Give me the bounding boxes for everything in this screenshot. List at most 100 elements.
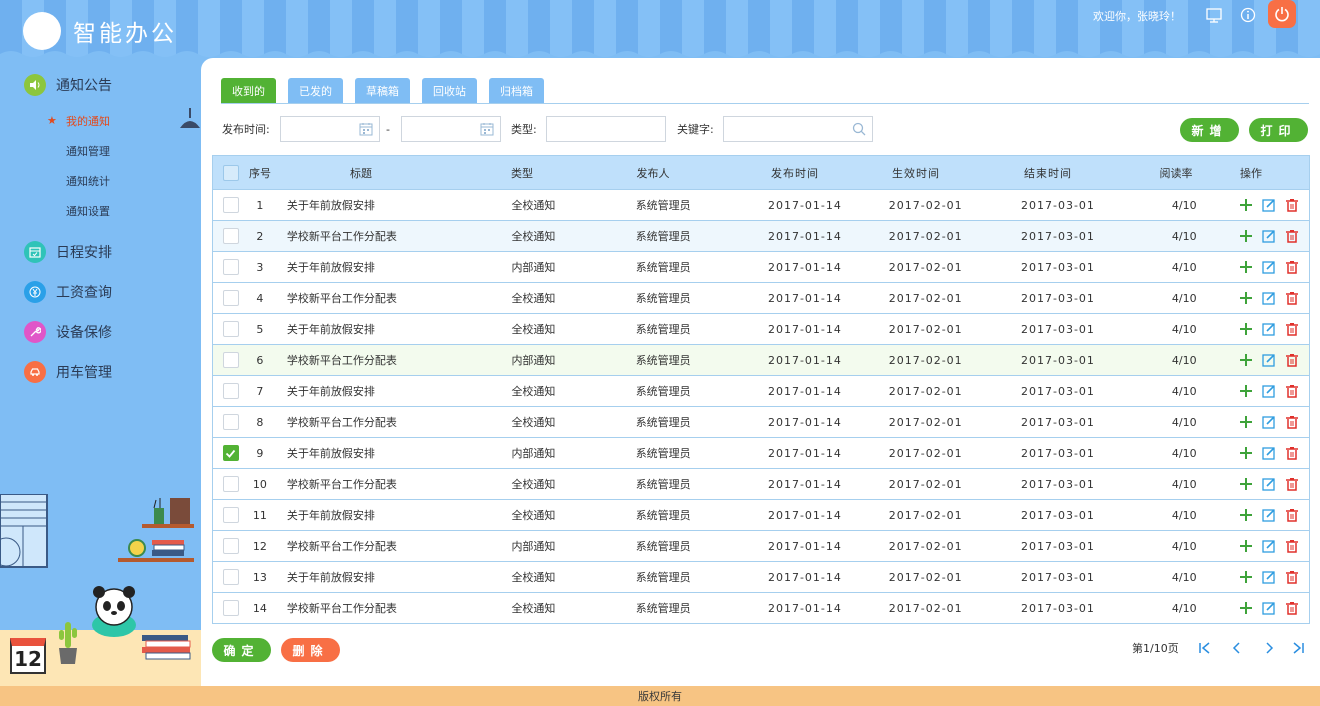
power-icon[interactable] bbox=[1268, 0, 1296, 28]
add-icon[interactable] bbox=[1238, 508, 1253, 523]
add-icon[interactable] bbox=[1238, 353, 1253, 368]
trash-icon[interactable] bbox=[1284, 384, 1299, 399]
table-row[interactable]: 14 学校新平台工作分配表 全校通知 系统管理员 2017-01-14 2017-02-0… bbox=[213, 592, 1309, 623]
edit-icon[interactable] bbox=[1261, 291, 1276, 306]
row-title[interactable]: 关于年前放假安排 bbox=[271, 569, 475, 585]
start-date-input[interactable] bbox=[280, 116, 380, 142]
edit-icon[interactable] bbox=[1261, 508, 1276, 523]
add-icon[interactable] bbox=[1238, 477, 1253, 492]
row-checkbox[interactable] bbox=[222, 569, 239, 585]
table-row[interactable]: 4 学校新平台工作分配表 全校通知 系统管理员 2017-01-14 2017-02-01… bbox=[213, 282, 1309, 313]
row-checkbox[interactable] bbox=[222, 321, 239, 337]
add-icon[interactable] bbox=[1238, 291, 1253, 306]
tab-archive[interactable]: 归档箱 bbox=[489, 78, 544, 103]
edit-icon[interactable] bbox=[1261, 198, 1276, 213]
table-row[interactable]: 2 学校新平台工作分配表 全校通知 系统管理员 2017-01-14 2017-02-01… bbox=[213, 220, 1309, 251]
row-title[interactable]: 关于年前放假安排 bbox=[271, 321, 475, 337]
table-row[interactable]: 8 学校新平台工作分配表 全校通知 系统管理员 2017-01-14 2017-02-01… bbox=[213, 406, 1309, 437]
add-button[interactable]: 新增 bbox=[1180, 118, 1239, 142]
add-icon[interactable] bbox=[1238, 539, 1253, 554]
add-icon[interactable] bbox=[1238, 446, 1253, 461]
trash-icon[interactable] bbox=[1284, 198, 1299, 213]
print-button[interactable]: 打印 bbox=[1249, 118, 1308, 142]
tab-received[interactable]: 收到的 bbox=[221, 78, 276, 103]
next-page-icon[interactable] bbox=[1261, 640, 1277, 656]
info-icon[interactable] bbox=[1239, 6, 1257, 24]
row-title[interactable]: 关于年前放假安排 bbox=[271, 259, 475, 275]
edit-icon[interactable] bbox=[1261, 353, 1276, 368]
select-all-checkbox[interactable] bbox=[223, 164, 239, 181]
row-checkbox[interactable] bbox=[222, 197, 239, 213]
keyword-input[interactable] bbox=[723, 116, 873, 142]
table-row[interactable]: 6 学校新平台工作分配表 内部通知 系统管理员 2017-01-14 2017-02-01… bbox=[213, 344, 1309, 375]
nav-car[interactable]: 用车管理 bbox=[24, 361, 112, 383]
edit-icon[interactable] bbox=[1261, 322, 1276, 337]
edit-icon[interactable] bbox=[1261, 384, 1276, 399]
monitor-icon[interactable] bbox=[1205, 6, 1223, 24]
row-title[interactable]: 关于年前放假安排 bbox=[271, 507, 475, 523]
add-icon[interactable] bbox=[1238, 601, 1253, 616]
row-title[interactable]: 学校新平台工作分配表 bbox=[271, 538, 475, 554]
table-row[interactable]: 9 关于年前放假安排 内部通知 系统管理员 2017-01-14 2017-02-01 20… bbox=[213, 437, 1309, 468]
row-title[interactable]: 学校新平台工作分配表 bbox=[271, 290, 475, 306]
tab-sent[interactable]: 已发的 bbox=[288, 78, 343, 103]
add-icon[interactable] bbox=[1238, 415, 1253, 430]
row-checkbox[interactable] bbox=[222, 290, 239, 306]
edit-icon[interactable] bbox=[1261, 477, 1276, 492]
tab-recycle[interactable]: 回收站 bbox=[422, 78, 477, 103]
row-checkbox[interactable] bbox=[222, 538, 239, 554]
delete-button[interactable]: 删除 bbox=[281, 638, 340, 662]
row-checkbox[interactable] bbox=[222, 445, 239, 461]
edit-icon[interactable] bbox=[1261, 260, 1276, 275]
trash-icon[interactable] bbox=[1284, 601, 1299, 616]
last-page-icon[interactable] bbox=[1290, 640, 1306, 656]
trash-icon[interactable] bbox=[1284, 539, 1299, 554]
trash-icon[interactable] bbox=[1284, 477, 1299, 492]
trash-icon[interactable] bbox=[1284, 229, 1299, 244]
nav-schedule[interactable]: 日程安排 bbox=[24, 241, 112, 263]
end-date-input[interactable] bbox=[401, 116, 501, 142]
trash-icon[interactable] bbox=[1284, 570, 1299, 585]
table-row[interactable]: 11 关于年前放假安排 全校通知 系统管理员 2017-01-14 2017-02-01 2… bbox=[213, 499, 1309, 530]
row-title[interactable]: 关于年前放假安排 bbox=[271, 383, 475, 399]
sub-item-notice-manage[interactable]: 通知管理 bbox=[66, 143, 110, 159]
row-checkbox[interactable] bbox=[222, 228, 239, 244]
calendar-icon[interactable] bbox=[480, 122, 494, 136]
add-icon[interactable] bbox=[1238, 570, 1253, 585]
edit-icon[interactable] bbox=[1261, 446, 1276, 461]
row-checkbox[interactable] bbox=[222, 383, 239, 399]
row-checkbox[interactable] bbox=[222, 352, 239, 368]
first-page-icon[interactable] bbox=[1197, 640, 1213, 656]
confirm-button[interactable]: 确定 bbox=[212, 638, 271, 662]
edit-icon[interactable] bbox=[1261, 539, 1276, 554]
row-title[interactable]: 学校新平台工作分配表 bbox=[271, 600, 475, 616]
edit-icon[interactable] bbox=[1261, 229, 1276, 244]
add-icon[interactable] bbox=[1238, 384, 1253, 399]
row-checkbox[interactable] bbox=[222, 507, 239, 523]
add-icon[interactable] bbox=[1238, 322, 1253, 337]
trash-icon[interactable] bbox=[1284, 508, 1299, 523]
trash-icon[interactable] bbox=[1284, 446, 1299, 461]
trash-icon[interactable] bbox=[1284, 415, 1299, 430]
table-row[interactable]: 10 学校新平台工作分配表 全校通知 系统管理员 2017-01-14 2017-02-0… bbox=[213, 468, 1309, 499]
row-checkbox[interactable] bbox=[222, 414, 239, 430]
search-icon[interactable] bbox=[852, 122, 866, 136]
calendar-icon[interactable] bbox=[359, 122, 373, 136]
nav-notice[interactable]: 通知公告 bbox=[24, 74, 112, 96]
add-icon[interactable] bbox=[1238, 198, 1253, 213]
edit-icon[interactable] bbox=[1261, 570, 1276, 585]
trash-icon[interactable] bbox=[1284, 353, 1299, 368]
nav-repair[interactable]: 设备保修 bbox=[24, 321, 112, 343]
row-title[interactable]: 学校新平台工作分配表 bbox=[271, 228, 475, 244]
nav-salary[interactable]: 工资查询 bbox=[24, 281, 112, 303]
trash-icon[interactable] bbox=[1284, 322, 1299, 337]
table-row[interactable]: 13 关于年前放假安排 全校通知 系统管理员 2017-01-14 2017-02-01 2… bbox=[213, 561, 1309, 592]
add-icon[interactable] bbox=[1238, 229, 1253, 244]
row-title[interactable]: 关于年前放假安排 bbox=[271, 197, 475, 213]
type-input[interactable] bbox=[546, 116, 666, 142]
sub-item-my-notice[interactable]: 我的通知 bbox=[66, 113, 110, 129]
table-row[interactable]: 5 关于年前放假安排 全校通知 系统管理员 2017-01-14 2017-02-01 20… bbox=[213, 313, 1309, 344]
row-title[interactable]: 关于年前放假安排 bbox=[271, 445, 475, 461]
row-checkbox[interactable] bbox=[222, 600, 239, 616]
trash-icon[interactable] bbox=[1284, 291, 1299, 306]
